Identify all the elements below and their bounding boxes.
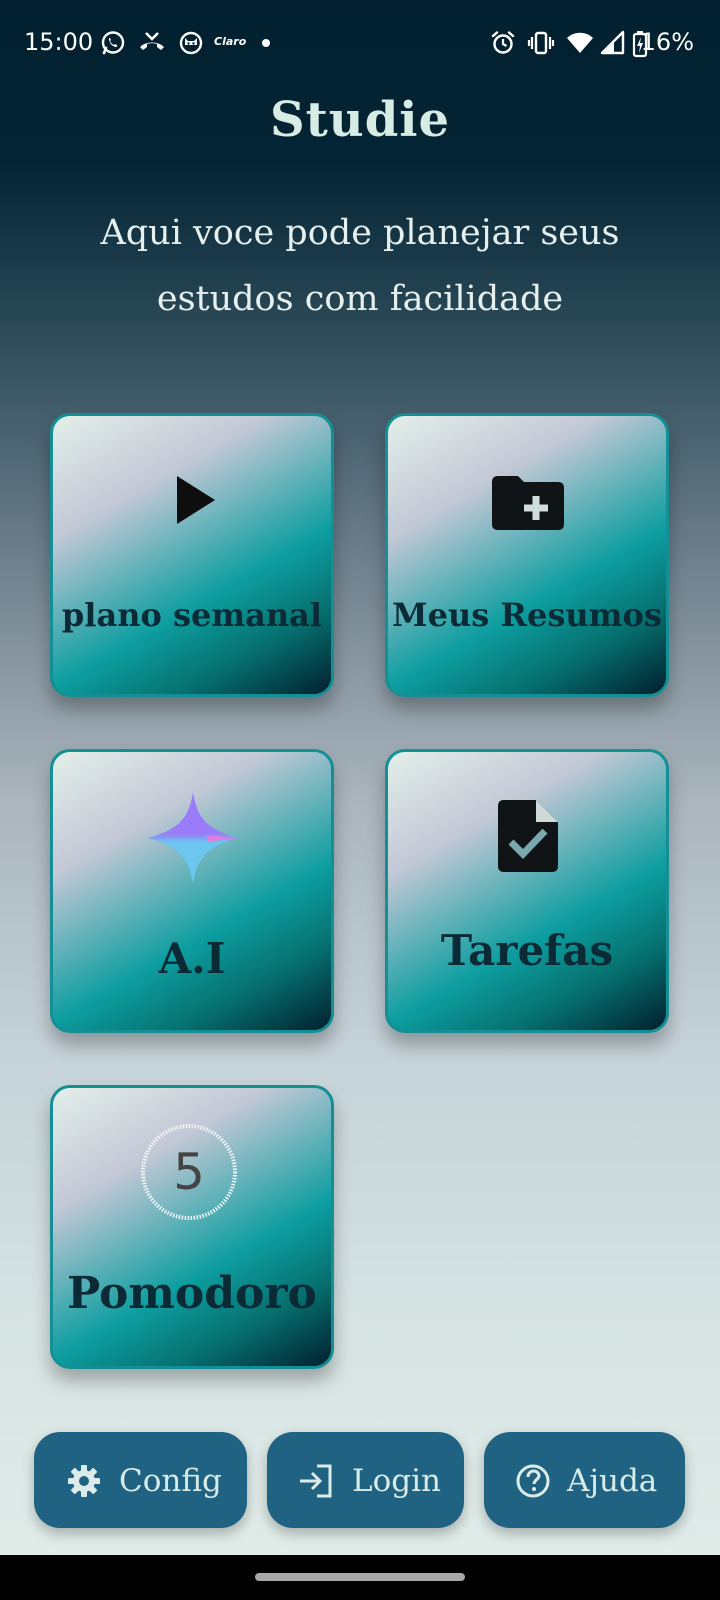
card-label-meus-resumos: Meus Resumos — [392, 596, 662, 634]
play-icon — [177, 476, 215, 524]
battery-percentage: 16% — [640, 28, 694, 56]
subtitle: Aqui voce pode planejar seus estudos com… — [60, 200, 660, 332]
home-gesture-handle[interactable] — [255, 1573, 465, 1581]
config-button[interactable]: Config — [34, 1432, 247, 1528]
card-label-tarefas: Tarefas — [440, 926, 614, 975]
folder-add-icon — [492, 476, 564, 530]
card-label-ai: A.I — [158, 934, 226, 983]
missed-call-icon — [140, 32, 164, 50]
help-button[interactable]: Ajuda — [484, 1432, 685, 1528]
alarm-icon — [491, 31, 515, 54]
carrier-logo: Claro — [214, 35, 247, 48]
vibrate-icon — [527, 31, 555, 55]
gear-icon — [68, 1465, 100, 1497]
subtitle-line-1: Aqui voce pode planejar seus — [100, 213, 620, 253]
login-icon — [300, 1464, 332, 1498]
login-button[interactable]: Login — [267, 1432, 464, 1528]
card-ai[interactable]: A.I — [50, 749, 334, 1033]
timer-icon: 5 — [139, 1122, 239, 1222]
card-pomodoro[interactable]: 5 Pomodoro — [50, 1085, 334, 1369]
card-meus-resumos[interactable]: Meus Resumos — [385, 413, 669, 697]
config-button-label: Config — [119, 1463, 222, 1499]
help-button-label: Ajuda — [567, 1463, 658, 1499]
card-plano-semanal[interactable]: plano semanal — [50, 413, 334, 697]
whatsapp-icon — [101, 31, 125, 55]
help-icon — [516, 1464, 550, 1498]
timer-value: 5 — [173, 1143, 205, 1201]
card-tarefas[interactable]: Tarefas — [385, 749, 669, 1033]
signal-icon — [600, 30, 625, 55]
task-document-icon — [498, 800, 558, 872]
login-button-label: Login — [352, 1463, 441, 1499]
status-time: 15:00 — [24, 28, 94, 56]
app-title: Studie — [269, 92, 451, 148]
sparkle-icon — [147, 792, 239, 884]
card-label-pomodoro: Pomodoro — [67, 1268, 317, 1319]
system-navigation-bar — [0, 1555, 720, 1600]
notification-dot — [262, 39, 270, 47]
wifi-icon — [567, 32, 593, 53]
cat-app-icon — [179, 31, 203, 55]
status-bar: 15:00 Claro 16% — [0, 0, 720, 88]
subtitle-line-2: estudos com facilidade — [156, 279, 564, 319]
card-label-plano-semanal: plano semanal — [61, 596, 323, 634]
